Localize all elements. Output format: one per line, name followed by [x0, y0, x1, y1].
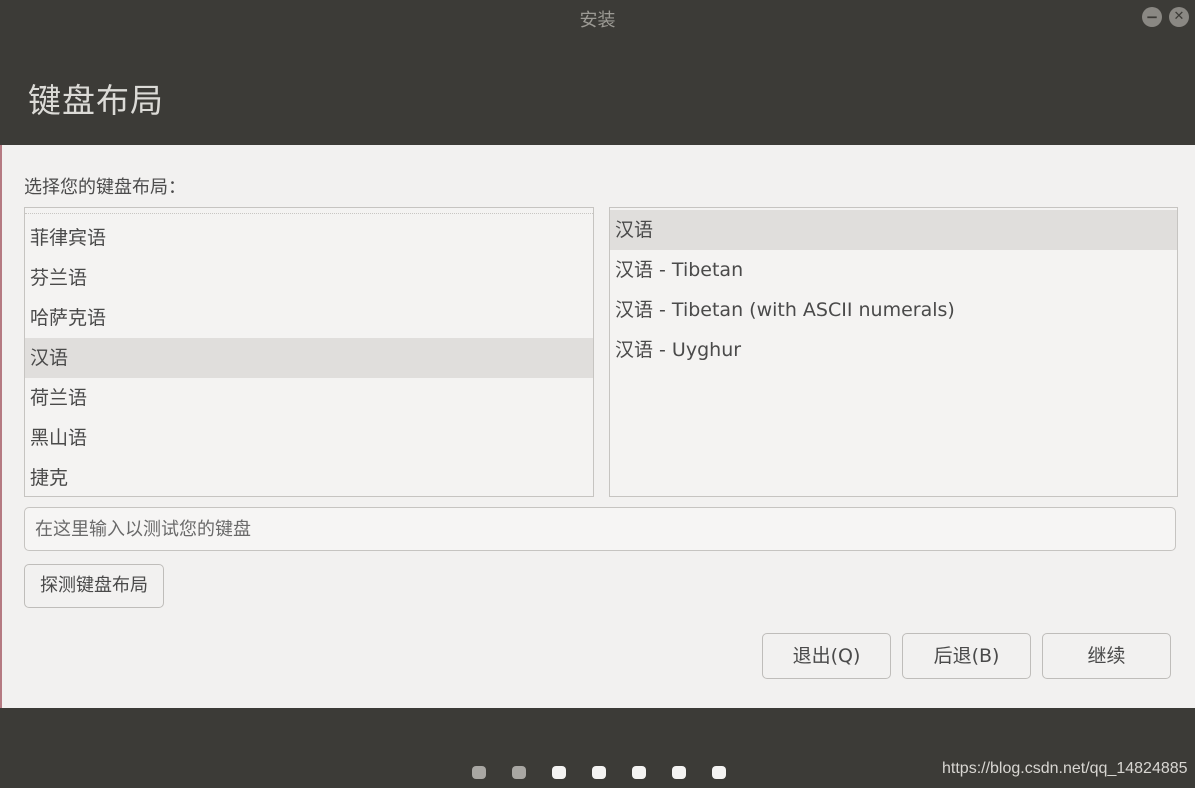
layout-list-item[interactable]: 芬兰语 — [25, 258, 593, 298]
progress-dot — [472, 766, 486, 779]
scroll-indicator — [25, 208, 593, 214]
variant-list-item[interactable]: 汉语 - Tibetan — [610, 250, 1177, 290]
progress-dot — [512, 766, 526, 779]
progress-dot — [552, 766, 566, 779]
close-icon[interactable]: ✕ — [1169, 7, 1189, 27]
watermark: https://blog.csdn.net/qq_14824885 — [942, 760, 1188, 777]
page-header: 键盘布局 — [0, 36, 1195, 145]
progress-dot — [632, 766, 646, 779]
footer: https://blog.csdn.net/qq_14824885 — [0, 708, 1195, 788]
layout-list-item-selected[interactable]: 汉语 — [25, 338, 593, 378]
layout-list[interactable]: 菲律宾语 芬兰语 哈萨克语 汉语 荷兰语 黑山语 捷克 — [24, 207, 594, 497]
progress-dot — [592, 766, 606, 779]
variant-list[interactable]: 汉语 汉语 - Tibetan 汉语 - Tibetan (with ASCII… — [609, 207, 1178, 497]
progress-dot — [672, 766, 686, 779]
progress-dot — [712, 766, 726, 779]
page-title: 键盘布局 — [28, 81, 164, 120]
layout-list-item[interactable]: 捷克 — [25, 458, 593, 496]
layout-list-item[interactable]: 哈萨克语 — [25, 298, 593, 338]
layout-prompt: 选择您的键盘布局： — [24, 177, 186, 198]
variant-list-item-selected[interactable]: 汉语 — [610, 210, 1177, 250]
content-area: 选择您的键盘布局： 菲律宾语 芬兰语 哈萨克语 汉语 荷兰语 黑山语 捷克 汉语… — [0, 145, 1195, 708]
variant-list-item[interactable]: 汉语 - Uyghur — [610, 330, 1177, 370]
back-button[interactable]: 后退(B) — [902, 633, 1031, 679]
continue-button[interactable]: 继续 — [1042, 633, 1171, 679]
layout-list-item[interactable]: 黑山语 — [25, 418, 593, 458]
variant-list-item[interactable]: 汉语 - Tibetan (with ASCII numerals) — [610, 290, 1177, 330]
layout-list-item[interactable]: 荷兰语 — [25, 378, 593, 418]
minimize-icon[interactable]: − — [1142, 7, 1162, 27]
keyboard-test-input[interactable] — [24, 507, 1176, 551]
window-title: 安装 — [579, 10, 616, 31]
layout-list-item[interactable]: 菲律宾语 — [25, 218, 593, 258]
detect-layout-button[interactable]: 探测键盘布局 — [24, 564, 164, 608]
quit-button[interactable]: 退出(Q) — [762, 633, 891, 679]
title-bar: 安装 − ✕ — [0, 0, 1195, 36]
